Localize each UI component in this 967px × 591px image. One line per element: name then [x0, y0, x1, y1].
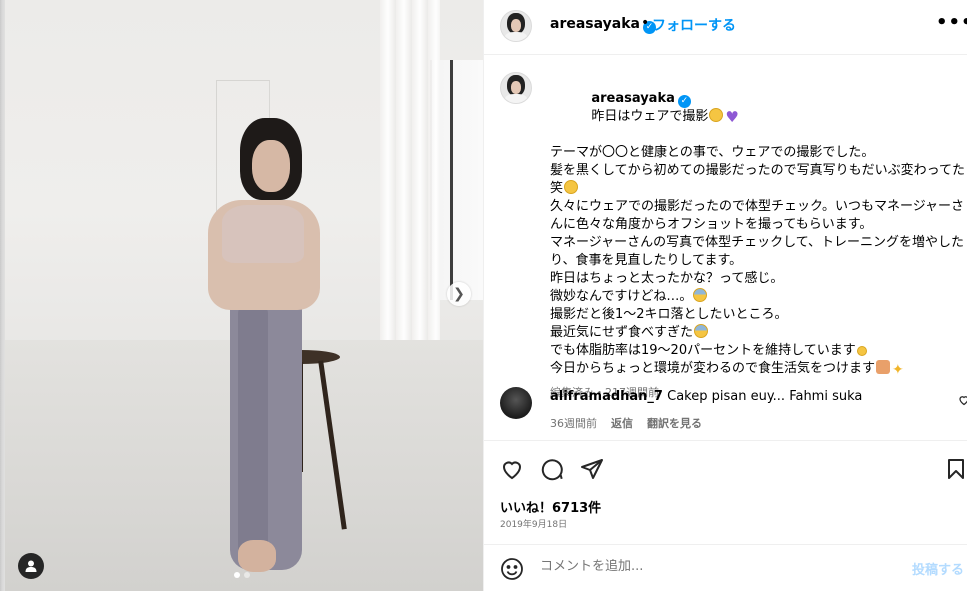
- reply-button[interactable]: 返信: [611, 415, 633, 431]
- share-button[interactable]: [580, 457, 604, 481]
- caption-line: 微妙なんですけどね…。: [550, 289, 693, 304]
- raising-hand-emoji-icon: [876, 360, 891, 374]
- purple-heart-emoji-icon: [725, 110, 739, 124]
- translate-button[interactable]: 翻訳を見る: [647, 415, 702, 431]
- comment-text: Cakep pisan euy... Fahmi suka: [667, 389, 863, 404]
- likes-count[interactable]: いいね！6713件: [500, 497, 601, 516]
- action-bar: いいね！6713件 2019年9月18日: [484, 440, 967, 554]
- carousel-dot: [244, 572, 250, 578]
- comment-like-button[interactable]: [958, 394, 967, 410]
- caption-line: 最近気にせず食べすぎた: [550, 325, 694, 340]
- fearful-face-emoji-icon: [693, 288, 708, 302]
- follow-button[interactable]: フォローする: [652, 15, 736, 35]
- caption-line: 今日からちょっと環境が変わるので食生活気をつけます: [550, 361, 876, 376]
- smiling-face-emoji-icon: [856, 346, 867, 356]
- carousel-dot-active: [234, 572, 240, 578]
- post-comment-button[interactable]: 投稿する: [912, 559, 964, 578]
- post-photo[interactable]: ❯: [0, 0, 483, 591]
- caption-avatar[interactable]: [500, 72, 532, 104]
- commenter-avatar[interactable]: [500, 387, 532, 419]
- comment-time: 36週間前: [550, 417, 597, 430]
- author-username[interactable]: areasayaka: [550, 16, 640, 32]
- chevron-right-icon: ❯: [453, 286, 465, 302]
- commenter-username[interactable]: aliframadhan_7: [550, 389, 663, 404]
- next-photo-button[interactable]: ❯: [447, 282, 471, 306]
- add-comment-bar: 投稿する: [484, 544, 967, 591]
- like-button[interactable]: [500, 457, 524, 481]
- author-avatar[interactable]: [500, 10, 532, 42]
- post-date[interactable]: 2019年9月18日: [500, 517, 567, 530]
- comment-text-row: aliframadhan_7 Cakep pisan euy... Fahmi …: [550, 389, 862, 404]
- comment-icon: [541, 459, 563, 481]
- comment-button[interactable]: [540, 457, 564, 481]
- photo-leg: [238, 300, 268, 570]
- bookmark-icon: [948, 459, 964, 479]
- caption-line: 髪を黒くしてから初めての撮影だったので写真写りもだいぶ変わってた笑: [550, 163, 965, 196]
- caption-line: 久々にウェアでの撮影だったので体型チェック。いつもマネージャーさんに色々な角度か…: [550, 199, 965, 232]
- comment-input[interactable]: [540, 559, 870, 574]
- caption-username[interactable]: areasayaka: [591, 91, 675, 106]
- emoji-button[interactable]: [500, 557, 524, 581]
- comment-meta: 36週間前 返信 翻訳を見る: [550, 415, 702, 431]
- user-tag-icon: [25, 560, 37, 572]
- worried-face-emoji-icon: [709, 108, 724, 122]
- caption-line: マネージャーさんの写真で体型チェックして、トレーニングを増やしたり、食事を見直し…: [550, 235, 965, 268]
- comment-item: aliframadhan_7 Cakep pisan euy... Fahmi …: [500, 387, 967, 437]
- fearful-face-emoji-icon: [694, 324, 709, 338]
- heart-icon: [959, 396, 967, 406]
- photo-face: [252, 140, 290, 192]
- caption-body: areasayaka✓ 昨日はウェアで撮影 テーマが〇〇と健康との事で、ウェアで…: [550, 72, 967, 402]
- caption-line: 昨日はちょっと太ったかな？って感じ。: [550, 271, 784, 286]
- caption-line: 昨日はウェアで撮影: [591, 109, 709, 124]
- more-options-button[interactable]: •••: [936, 12, 967, 33]
- smiley-icon: [501, 558, 523, 580]
- carousel-dots: [234, 572, 250, 578]
- user-tag-button[interactable]: [18, 553, 44, 579]
- laughing-emoji-icon: [564, 180, 579, 194]
- share-icon: [581, 459, 603, 479]
- post-header: areasayaka✓ • フォローする •••: [484, 0, 967, 55]
- save-button[interactable]: [944, 457, 967, 481]
- verified-badge-icon: ✓: [677, 94, 691, 108]
- sparkles-emoji-icon: [892, 362, 906, 376]
- photo-top: [222, 205, 304, 263]
- caption-line: 撮影だと後1〜2キロ落としたいところ。: [550, 307, 788, 322]
- heart-icon: [502, 461, 522, 480]
- photo-curtain: [380, 0, 440, 360]
- header-separator: •: [641, 15, 650, 31]
- caption-line: テーマが〇〇と健康との事で、ウェアでの撮影でした。: [550, 145, 875, 160]
- post-sidebar: areasayaka✓ • フォローする ••• areasayaka✓ 昨日は…: [483, 0, 967, 591]
- caption-line: でも体脂肪率は19〜20パーセントを維持しています: [550, 343, 856, 358]
- photo-feet: [238, 540, 276, 572]
- post-modal: ❯ areasayaka✓ • フォローする •••: [0, 0, 967, 591]
